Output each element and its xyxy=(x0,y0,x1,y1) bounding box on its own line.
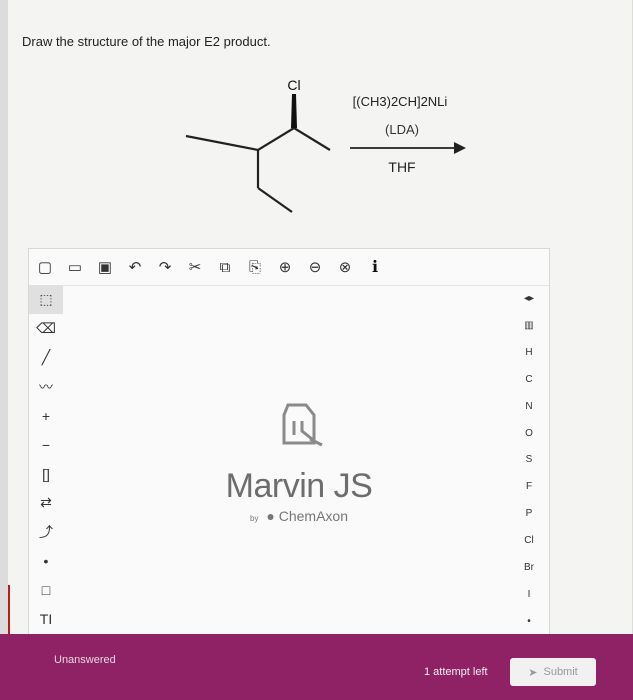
element-p-button[interactable]: P xyxy=(526,500,533,527)
element-br-button[interactable]: Br xyxy=(524,554,534,581)
open-folder-icon[interactable]: ▭ xyxy=(61,253,89,281)
reaction-arrow-head xyxy=(454,142,466,154)
copy-icon[interactable]: ⧉ xyxy=(211,253,239,281)
reagent-abbreviation: (LDA) xyxy=(385,122,419,137)
editor-left-toolbar: ⬚ ⌫ ╱ 〰 + − [] ⇄ ⤴ • □ TI xyxy=(29,285,63,635)
element-c-button[interactable]: C xyxy=(525,366,532,393)
cut-icon[interactable]: ✂ xyxy=(181,253,209,281)
single-bond-icon[interactable]: ╱ xyxy=(29,343,63,372)
zoom-out-icon[interactable]: ⊖ xyxy=(301,253,329,281)
undo-icon[interactable]: ↶ xyxy=(121,253,149,281)
editor-top-toolbar: ▢ ▭ ▣ ↶ ↷ ✂ ⧉ ⎘ ⊕ ⊖ ⊗ ℹ xyxy=(29,249,549,286)
element-i-button[interactable]: I xyxy=(528,581,531,608)
periodic-table-icon[interactable]: ▥ xyxy=(524,312,533,339)
attempts-remaining: 1 attempt left xyxy=(424,666,488,678)
rectangle-icon[interactable]: □ xyxy=(29,575,63,604)
chemaxon-icon: ● xyxy=(266,508,275,524)
marvin-title: Marvin JS xyxy=(225,467,373,505)
element-n-button[interactable]: N xyxy=(525,393,532,420)
info-icon[interactable]: ℹ xyxy=(361,253,389,281)
chlorine-label: Cl xyxy=(287,77,300,93)
element-f-button[interactable]: F xyxy=(526,473,532,500)
positive-charge-icon[interactable]: + xyxy=(29,401,63,430)
element-s-button[interactable]: S xyxy=(526,447,533,474)
expand-panel-icon[interactable]: ◂▸ xyxy=(524,285,534,312)
zoom-reset-icon[interactable]: ⊗ xyxy=(331,253,359,281)
branch-bond-2 xyxy=(257,187,293,213)
paste-icon[interactable]: ⎘ xyxy=(241,253,269,281)
editor-right-toolbar: ◂▸ ▥ H C N O S F P Cl Br I • xyxy=(509,285,549,635)
marvin-editor[interactable]: ▢ ▭ ▣ ↶ ↷ ✂ ⧉ ⎘ ⊕ ⊖ ⊗ ℹ ⬚ ⌫ ╱ 〰 + − [] ⇄… xyxy=(28,248,550,636)
zoom-in-icon[interactable]: ⊕ xyxy=(271,253,299,281)
byline-by: by xyxy=(250,514,259,523)
element-cl-button[interactable]: Cl xyxy=(524,527,533,554)
eraser-icon[interactable]: ⌫ xyxy=(29,314,63,343)
reaction-arrow-icon[interactable]: ⇄ xyxy=(29,488,63,517)
select-icon[interactable]: ⬚ xyxy=(29,285,63,314)
vendor-name: ChemAxon xyxy=(278,508,348,524)
chemaxon-byline: by ● ChemAxon xyxy=(250,508,348,524)
reaction-scheme: Cl [(CH3)2CH]2NLi (LDA) THF xyxy=(185,77,466,213)
answer-status: Unanswered xyxy=(54,654,116,666)
solvent-label: THF xyxy=(388,159,415,175)
flask-icon xyxy=(282,403,323,447)
marvin-logo: Marvin JS by ● ChemAxon xyxy=(199,399,399,539)
redo-icon[interactable]: ↷ xyxy=(151,253,179,281)
save-icon[interactable]: ▣ xyxy=(91,253,119,281)
chain-icon[interactable]: 〰 xyxy=(29,372,63,401)
bracket-icon[interactable]: [] xyxy=(29,459,63,488)
submit-label: Submit xyxy=(543,666,578,678)
new-document-icon[interactable]: ▢ xyxy=(31,253,59,281)
carbon-skeleton xyxy=(185,126,331,152)
send-icon: ➤ xyxy=(528,666,538,679)
element-o-button[interactable]: O xyxy=(525,420,533,447)
question-footer: Unanswered 1 attempt left ➤ Submit xyxy=(0,634,633,700)
radical-icon[interactable]: • xyxy=(29,546,63,575)
electron-flow-icon[interactable]: ⤴ xyxy=(29,517,63,546)
negative-charge-icon[interactable]: − xyxy=(29,430,63,459)
reagent-formula: [(CH3)2CH]2NLi xyxy=(353,94,448,109)
text-icon[interactable]: TI xyxy=(29,604,63,633)
submit-button[interactable]: ➤ Submit xyxy=(510,658,596,686)
more-elements-icon[interactable]: • xyxy=(527,608,531,635)
element-h-button[interactable]: H xyxy=(525,339,532,366)
question-prompt: Draw the structure of the major E2 produ… xyxy=(22,34,271,49)
wedge-bond xyxy=(291,94,297,128)
left-edge-marker xyxy=(8,585,10,635)
